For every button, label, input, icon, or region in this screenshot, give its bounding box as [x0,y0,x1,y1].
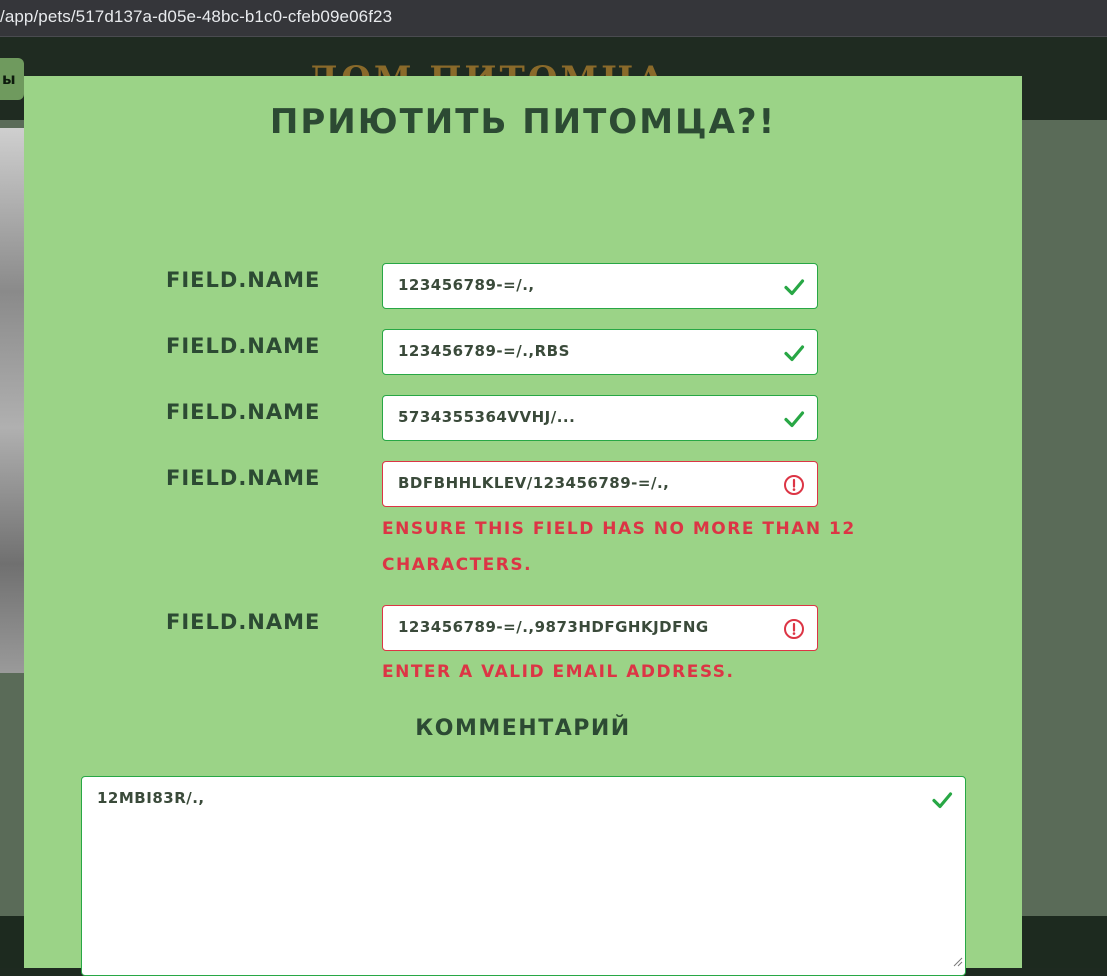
resize-handle-icon[interactable] [953,957,963,967]
field-input-2[interactable]: 123456789-=/.,RBS [382,329,818,375]
field-input-5-value: 123456789-=/.,9873HDFGHKJDFNG [398,618,709,636]
field-input-1[interactable]: 123456789-=/., [382,263,818,309]
background-menu-button[interactable]: ы [0,58,24,100]
check-icon [784,411,805,428]
error-circle-icon [784,619,804,639]
field-5-error-message: ENTER A VALID EMAIL ADDRESS. [382,662,735,682]
adopt-pet-modal: ПРИЮТИТЬ ПИТОМЦА?! FIELD.NAME 123456789-… [24,76,1022,976]
field-input-4-value: BDFBHHLKLEV/123456789-=/., [398,474,670,492]
field-input-1-value: 123456789-=/., [398,276,535,294]
address-bar[interactable]: /app/pets/517d137a-d05e-48bc-b1c0-cfeb09… [0,0,1107,37]
field-4-error-message: ENSURE THIS FIELD HAS NO MORE THAN 12 CH… [382,519,856,575]
comment-textarea[interactable]: 12MBI83R/., [81,776,966,976]
field-label-1: FIELD.NAME [166,268,321,292]
check-icon [784,279,805,296]
modal-title: ПРИЮТИТЬ ПИТОМЦА?! [269,102,777,142]
field-label-3: FIELD.NAME [166,400,321,424]
field-input-2-value: 123456789-=/.,RBS [398,342,570,360]
field-label-4: FIELD.NAME [166,466,321,490]
field-label-5: FIELD.NAME [166,610,321,634]
field-input-5[interactable]: 123456789-=/.,9873HDFGHKJDFNG [382,605,818,651]
check-icon [784,345,805,362]
error-circle-icon [784,475,804,495]
field-input-4[interactable]: BDFBHHLKLEV/123456789-=/., [382,461,818,507]
url-text[interactable]: /app/pets/517d137a-d05e-48bc-b1c0-cfeb09… [0,7,392,27]
field-label-2: FIELD.NAME [166,334,321,358]
check-icon [932,792,953,809]
field-input-3[interactable]: 5734355364VVHJ/... [382,395,818,441]
field-input-3-value: 5734355364VVHJ/... [398,408,576,426]
comment-value: 12MBI83R/., [97,789,205,807]
pet-photo [0,128,24,673]
comment-label: КОММЕНТАРИЙ [415,716,631,741]
